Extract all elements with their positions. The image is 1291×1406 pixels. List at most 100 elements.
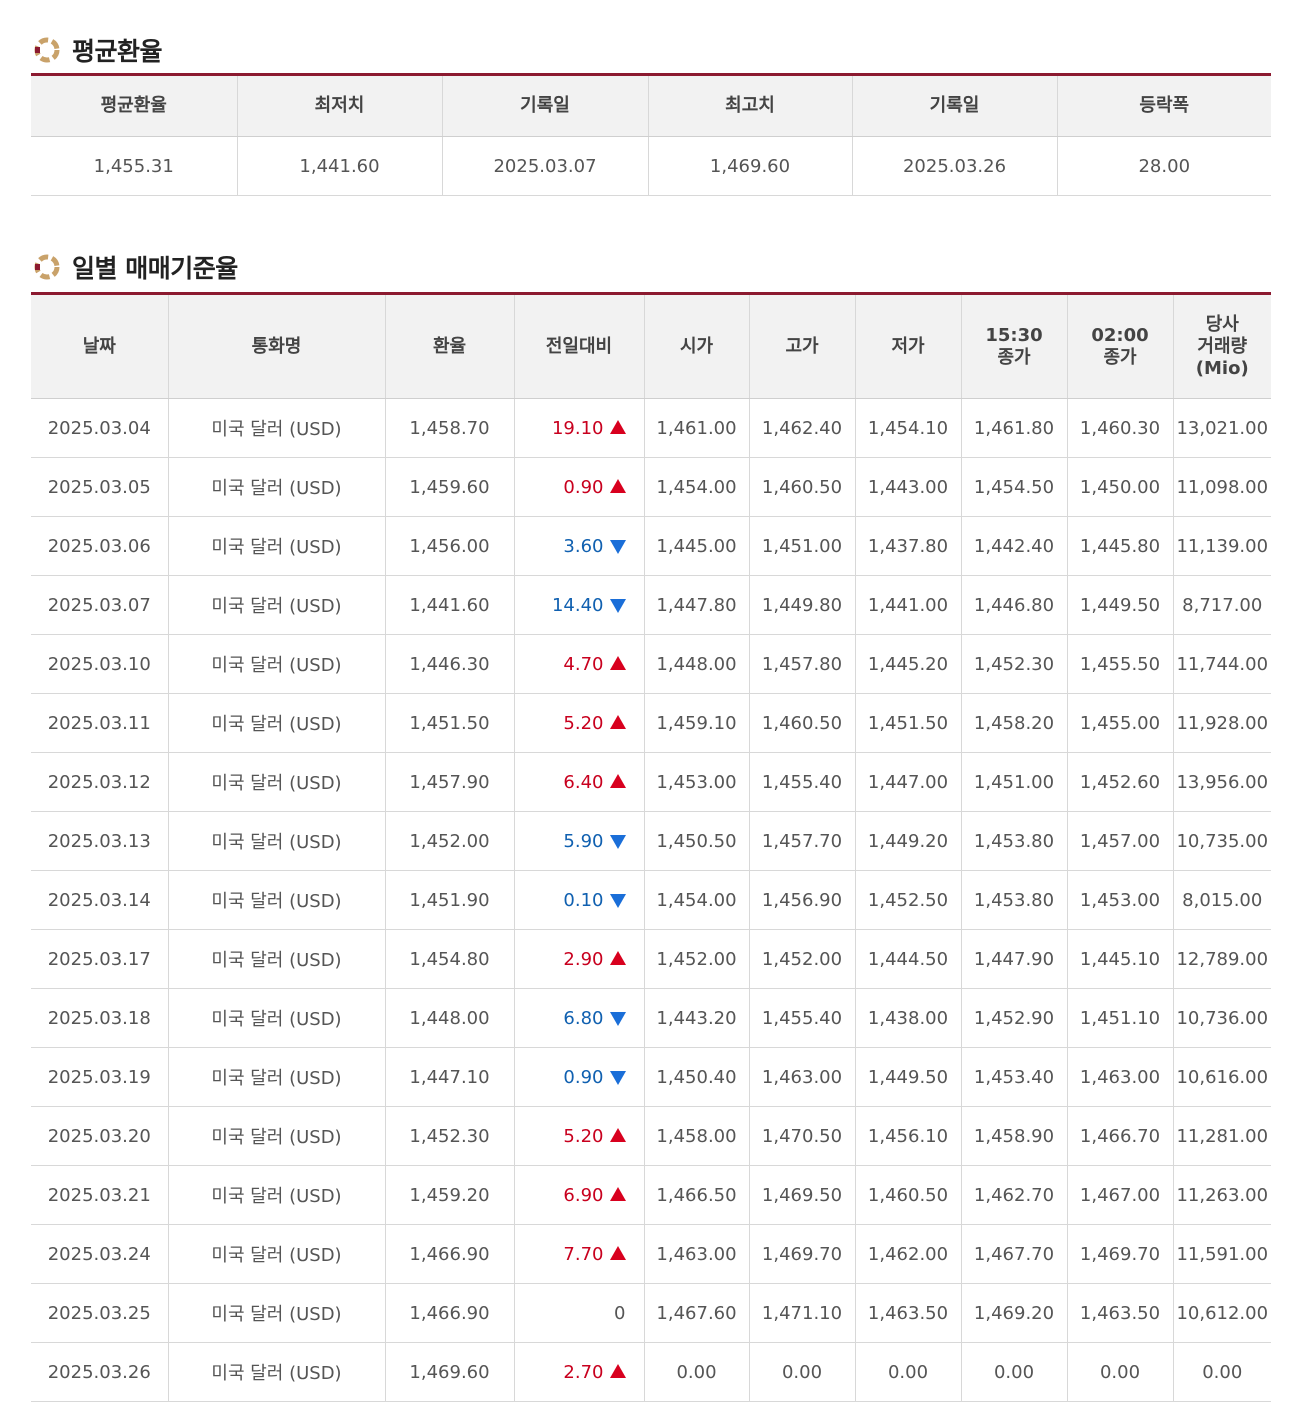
- cell-rate: 1,452.30: [384, 1106, 514, 1166]
- cell-currency: 미국 달러 (USD): [167, 1165, 385, 1225]
- cell-close-0200: 1,445.10: [1066, 929, 1173, 989]
- avg-header-average: 평균환율: [31, 74, 237, 137]
- cell-open: 1,445.00: [643, 516, 749, 576]
- cell-close-0200: 1,453.00: [1066, 870, 1173, 930]
- cell-high: 1,469.50: [748, 1165, 855, 1225]
- cell-rate: 1,451.50: [384, 693, 514, 753]
- cell-close-1530: 1,452.30: [960, 634, 1067, 694]
- cell-rate: 1,452.00: [384, 811, 514, 871]
- cell-currency: 미국 달러 (USD): [167, 1224, 385, 1284]
- triangle-up-icon: [609, 950, 626, 965]
- avg-value-highest-date: 2025.03.26: [851, 136, 1057, 196]
- cell-high: 1,460.50: [748, 457, 855, 517]
- cell-open: 1,461.00: [643, 398, 749, 458]
- cell-rate: 1,469.60: [384, 1342, 514, 1402]
- cell-open: 1,447.80: [643, 575, 749, 635]
- cell-close-1530: 1,469.20: [960, 1283, 1067, 1343]
- cell-close-1530: 1,458.20: [960, 693, 1067, 753]
- cell-change: 19.10: [513, 398, 644, 458]
- cell-rate: 1,448.00: [384, 988, 514, 1048]
- table-row: 2025.03.12 미국 달러 (USD) 1,457.90 6.40 1,453.0…: [31, 752, 1271, 812]
- cell-open: 1,450.50: [643, 811, 749, 871]
- cell-close-1530: 0.00: [960, 1342, 1067, 1402]
- cell-rate: 1,459.20: [384, 1165, 514, 1225]
- col-header-date: 날짜: [31, 293, 168, 399]
- cell-currency: 미국 달러 (USD): [167, 811, 385, 871]
- cell-volume: 8,015.00: [1172, 870, 1271, 930]
- ring-bullet-icon: [34, 254, 60, 280]
- cell-volume: 8,717.00: [1172, 575, 1271, 635]
- triangle-up-icon: [609, 478, 626, 493]
- avg-value-average: 1,455.31: [31, 136, 237, 196]
- cell-close-0200: 1,455.50: [1066, 634, 1173, 694]
- cell-close-0200: 1,450.00: [1066, 457, 1173, 517]
- cell-rate: 1,446.30: [384, 634, 514, 694]
- triangle-up-icon: [609, 773, 626, 788]
- cell-low: 1,463.50: [854, 1283, 961, 1343]
- cell-high: 1,451.00: [748, 516, 855, 576]
- daily-header-row: 날짜 통화명 환율 전일대비 시가 고가 저가 15:30 종가 02:00 종…: [31, 293, 1271, 399]
- cell-low: 1,441.00: [854, 575, 961, 635]
- change-value: 14.40: [551, 594, 604, 616]
- avg-section-header: 평균환율: [32, 30, 163, 70]
- cell-high: 1,460.50: [748, 693, 855, 753]
- avg-value-range: 28.00: [1056, 136, 1271, 196]
- triangle-up-icon: [609, 1245, 626, 1260]
- cell-close-1530: 1,453.80: [960, 811, 1067, 871]
- cell-close-0200: 1,467.00: [1066, 1165, 1173, 1225]
- col-header-close-0200: 02:00 종가: [1066, 293, 1173, 399]
- cell-change: 0: [513, 1283, 644, 1343]
- cell-close-1530: 1,446.80: [960, 575, 1067, 635]
- cell-rate: 1,451.90: [384, 870, 514, 930]
- table-row: 2025.03.19 미국 달러 (USD) 1,447.10 0.90 1,450.4…: [31, 1047, 1271, 1107]
- cell-close-1530: 1,462.70: [960, 1165, 1067, 1225]
- cell-volume: 13,021.00: [1172, 398, 1271, 458]
- cell-date: 2025.03.14: [31, 870, 168, 930]
- triangle-up-icon: [609, 1186, 626, 1201]
- daily-section-title: 일별 매매기준율: [72, 254, 238, 283]
- exchange-rate-page: 평균환율 평균환율 최저치 기록일 최고치 기록일 등락폭 1,455.31 1…: [0, 0, 1291, 1406]
- average-rate-table: 평균환율 최저치 기록일 최고치 기록일 등락폭 1,455.31 1,441.…: [31, 73, 1271, 196]
- cell-currency: 미국 달러 (USD): [167, 398, 385, 458]
- cell-date: 2025.03.20: [31, 1106, 168, 1166]
- cell-open: 1,459.10: [643, 693, 749, 753]
- cell-close-1530: 1,453.80: [960, 870, 1067, 930]
- cell-change: 7.70: [513, 1224, 644, 1284]
- cell-close-0200: 1,460.30: [1066, 398, 1173, 458]
- cell-low: 1,447.00: [854, 752, 961, 812]
- close-0200-label: 종가: [1103, 346, 1137, 368]
- cell-high: 1,457.70: [748, 811, 855, 871]
- cell-low: 1,454.10: [854, 398, 961, 458]
- change-value: 6.90: [563, 1184, 604, 1206]
- cell-date: 2025.03.07: [31, 575, 168, 635]
- table-row: 2025.03.26 미국 달러 (USD) 1,469.60 2.70 0.00 0.0…: [31, 1342, 1271, 1402]
- cell-currency: 미국 달러 (USD): [167, 1106, 385, 1166]
- cell-close-1530: 1,454.50: [960, 457, 1067, 517]
- triangle-down-icon: [609, 1070, 626, 1085]
- close-1530-label: 종가: [997, 346, 1031, 368]
- cell-low: 1,460.50: [854, 1165, 961, 1225]
- change-value: 5.20: [563, 712, 604, 734]
- table-row: 2025.03.04 미국 달러 (USD) 1,458.70 19.10 1,461.…: [31, 398, 1271, 458]
- avg-header-lowest-date: 기록일: [441, 74, 648, 137]
- cell-change: 6.40: [513, 752, 644, 812]
- cell-date: 2025.03.25: [31, 1283, 168, 1343]
- avg-section-title: 평균환율: [72, 37, 163, 66]
- col-header-change: 전일대비: [513, 293, 644, 399]
- cell-high: 1,470.50: [748, 1106, 855, 1166]
- cell-volume: 11,263.00: [1172, 1165, 1271, 1225]
- change-value: 0.90: [563, 1066, 604, 1088]
- change-value: 7.70: [563, 1243, 604, 1265]
- cell-rate: 1,457.90: [384, 752, 514, 812]
- avg-value-row: 1,455.31 1,441.60 2025.03.07 1,469.60 20…: [31, 136, 1271, 196]
- change-value: 4.70: [563, 653, 604, 675]
- avg-value-highest: 1,469.60: [647, 136, 852, 196]
- cell-open: 1,443.20: [643, 988, 749, 1048]
- cell-low: 1,451.50: [854, 693, 961, 753]
- triangle-up-icon: [609, 714, 626, 729]
- cell-currency: 미국 달러 (USD): [167, 693, 385, 753]
- volume-label-3: (Mio): [1195, 357, 1249, 379]
- table-row: 2025.03.25 미국 달러 (USD) 1,466.90 0 1,467.60 1,…: [31, 1283, 1271, 1343]
- cell-low: 1,456.10: [854, 1106, 961, 1166]
- cell-close-0200: 1,463.50: [1066, 1283, 1173, 1343]
